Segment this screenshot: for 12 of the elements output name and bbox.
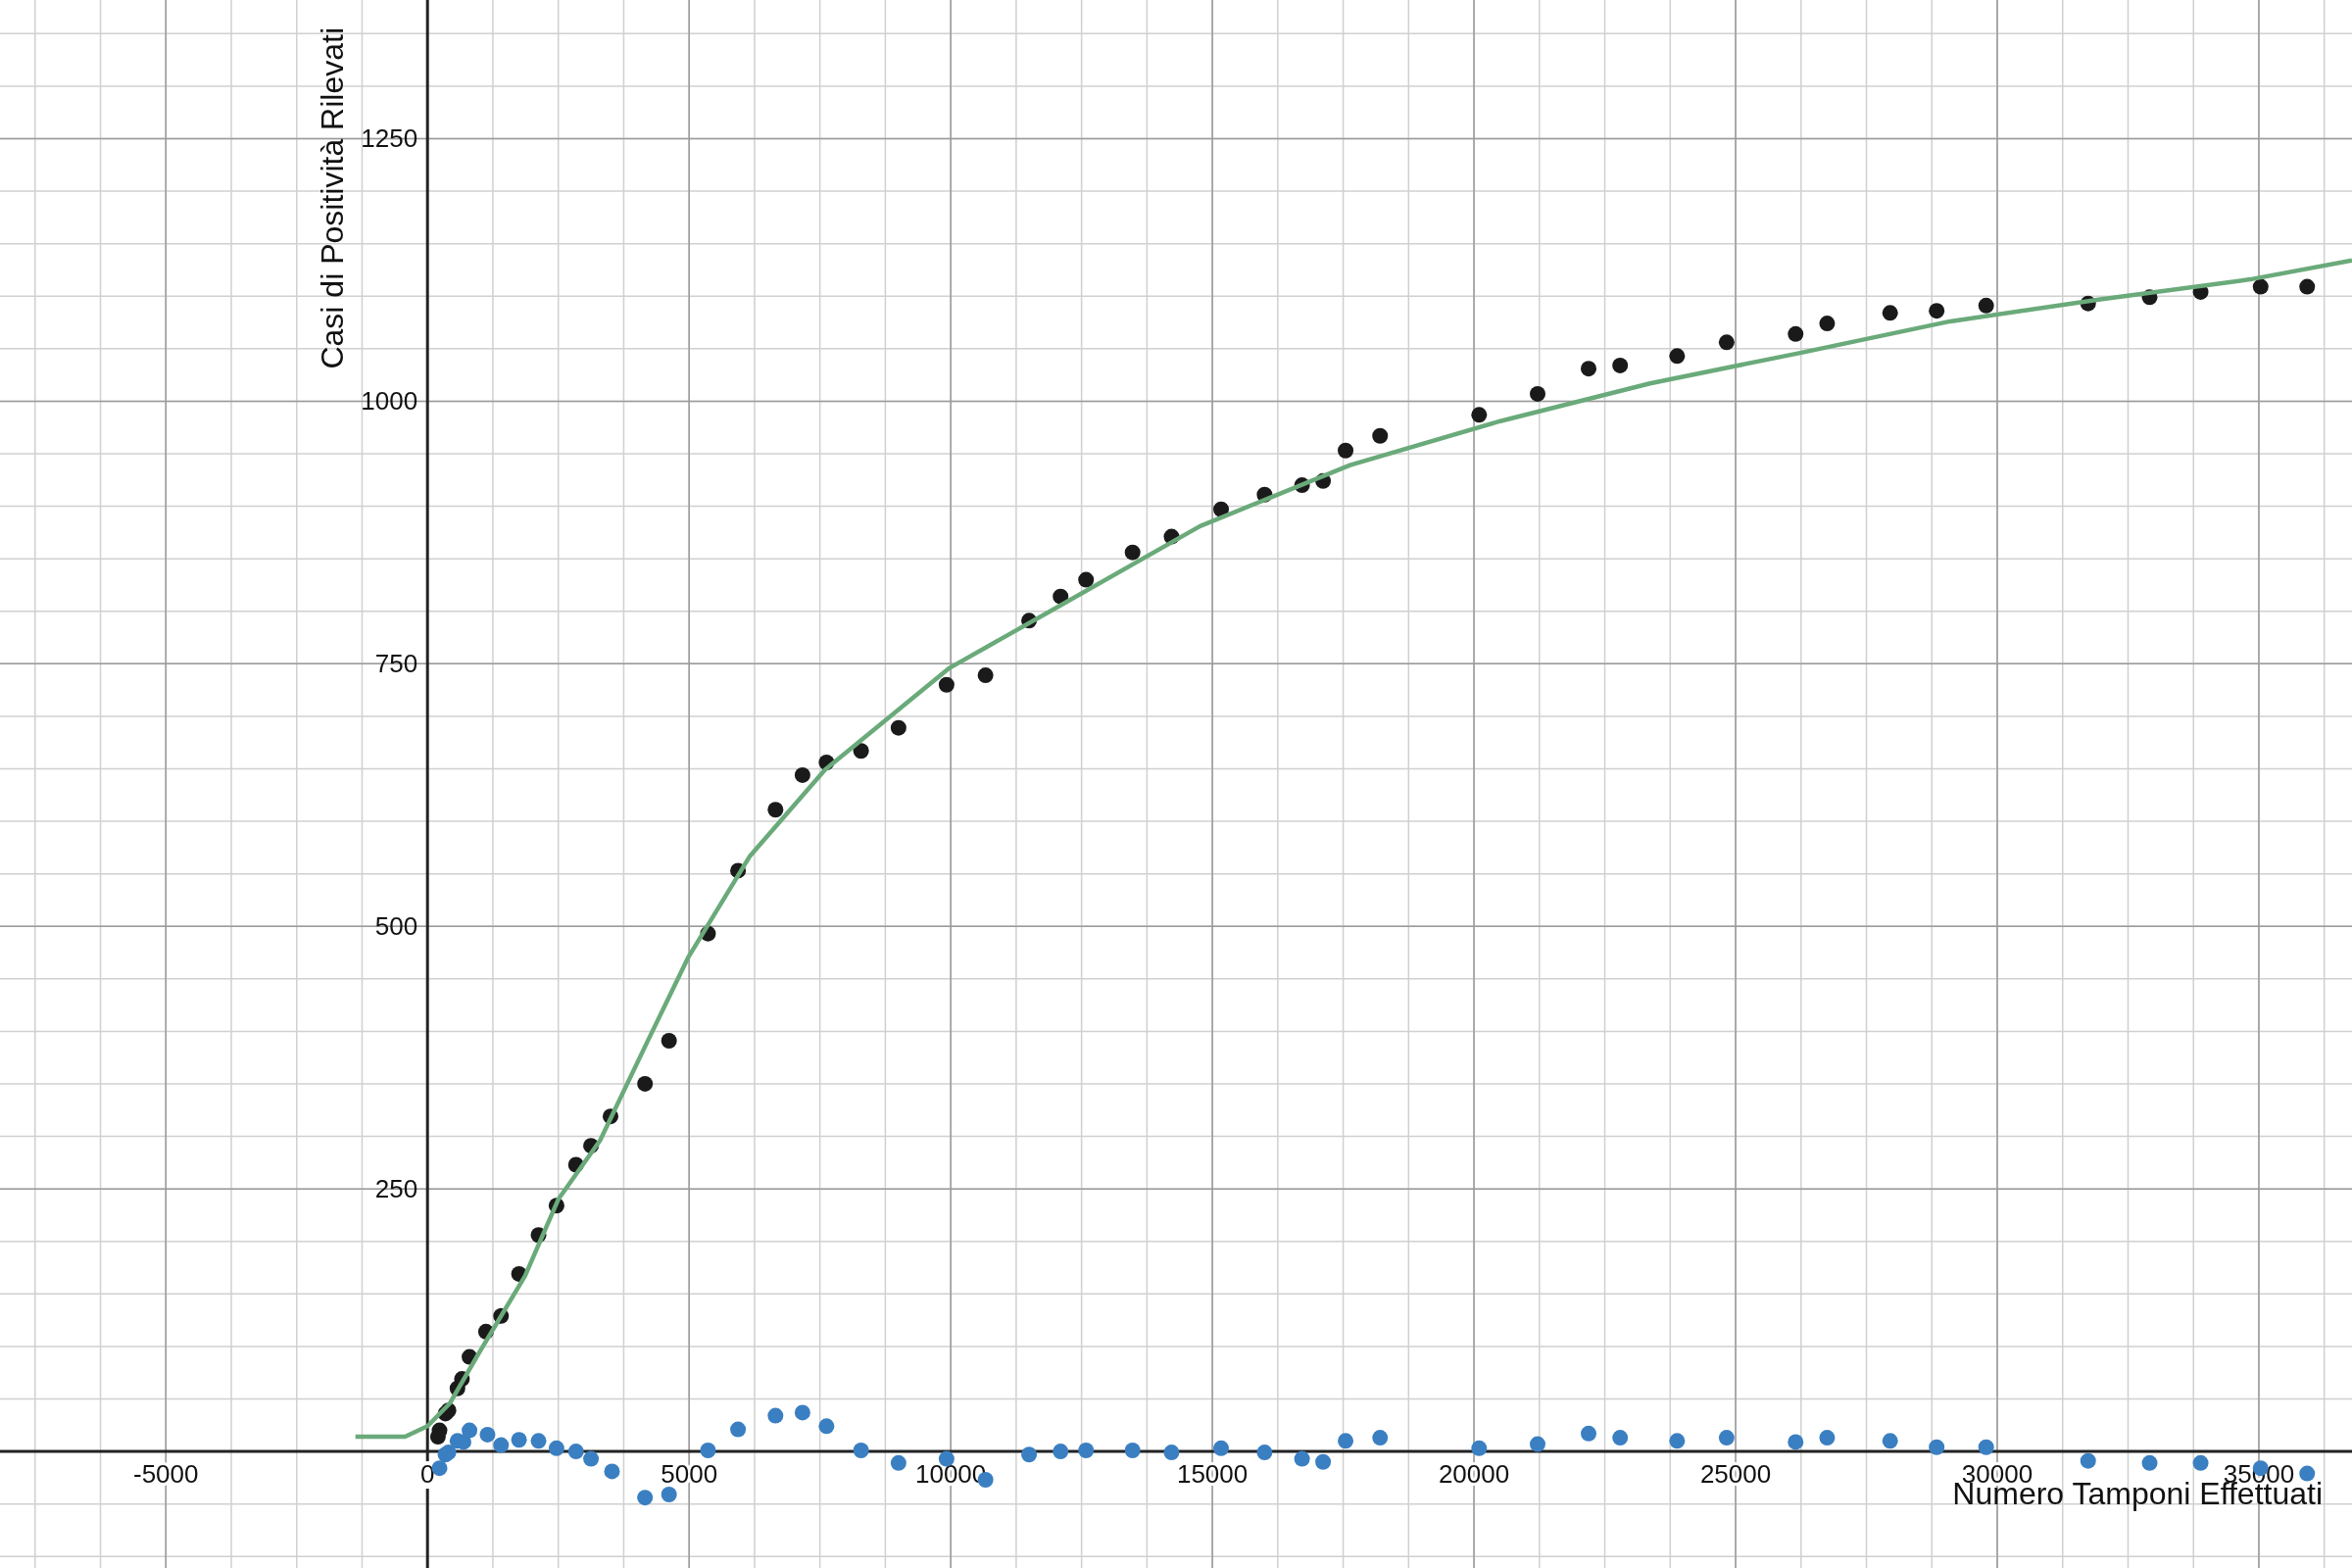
tick-label: 0: [420, 1459, 435, 1490]
tick-label: 20000: [1438, 1459, 1510, 1490]
tick-label: 250: [374, 1174, 418, 1204]
tick-label: 15000: [1176, 1459, 1249, 1490]
y-axis-title: Casi di Positività Rilevati: [315, 27, 351, 369]
tick-label: -5000: [133, 1459, 199, 1490]
tick-label: 500: [374, 911, 418, 942]
tick-label: 25000: [1699, 1459, 1772, 1490]
tick-label: 1250: [361, 123, 418, 154]
tick-label: 1000: [361, 386, 418, 416]
tick-label: 750: [374, 649, 418, 679]
tick-label: 5000: [661, 1459, 718, 1490]
